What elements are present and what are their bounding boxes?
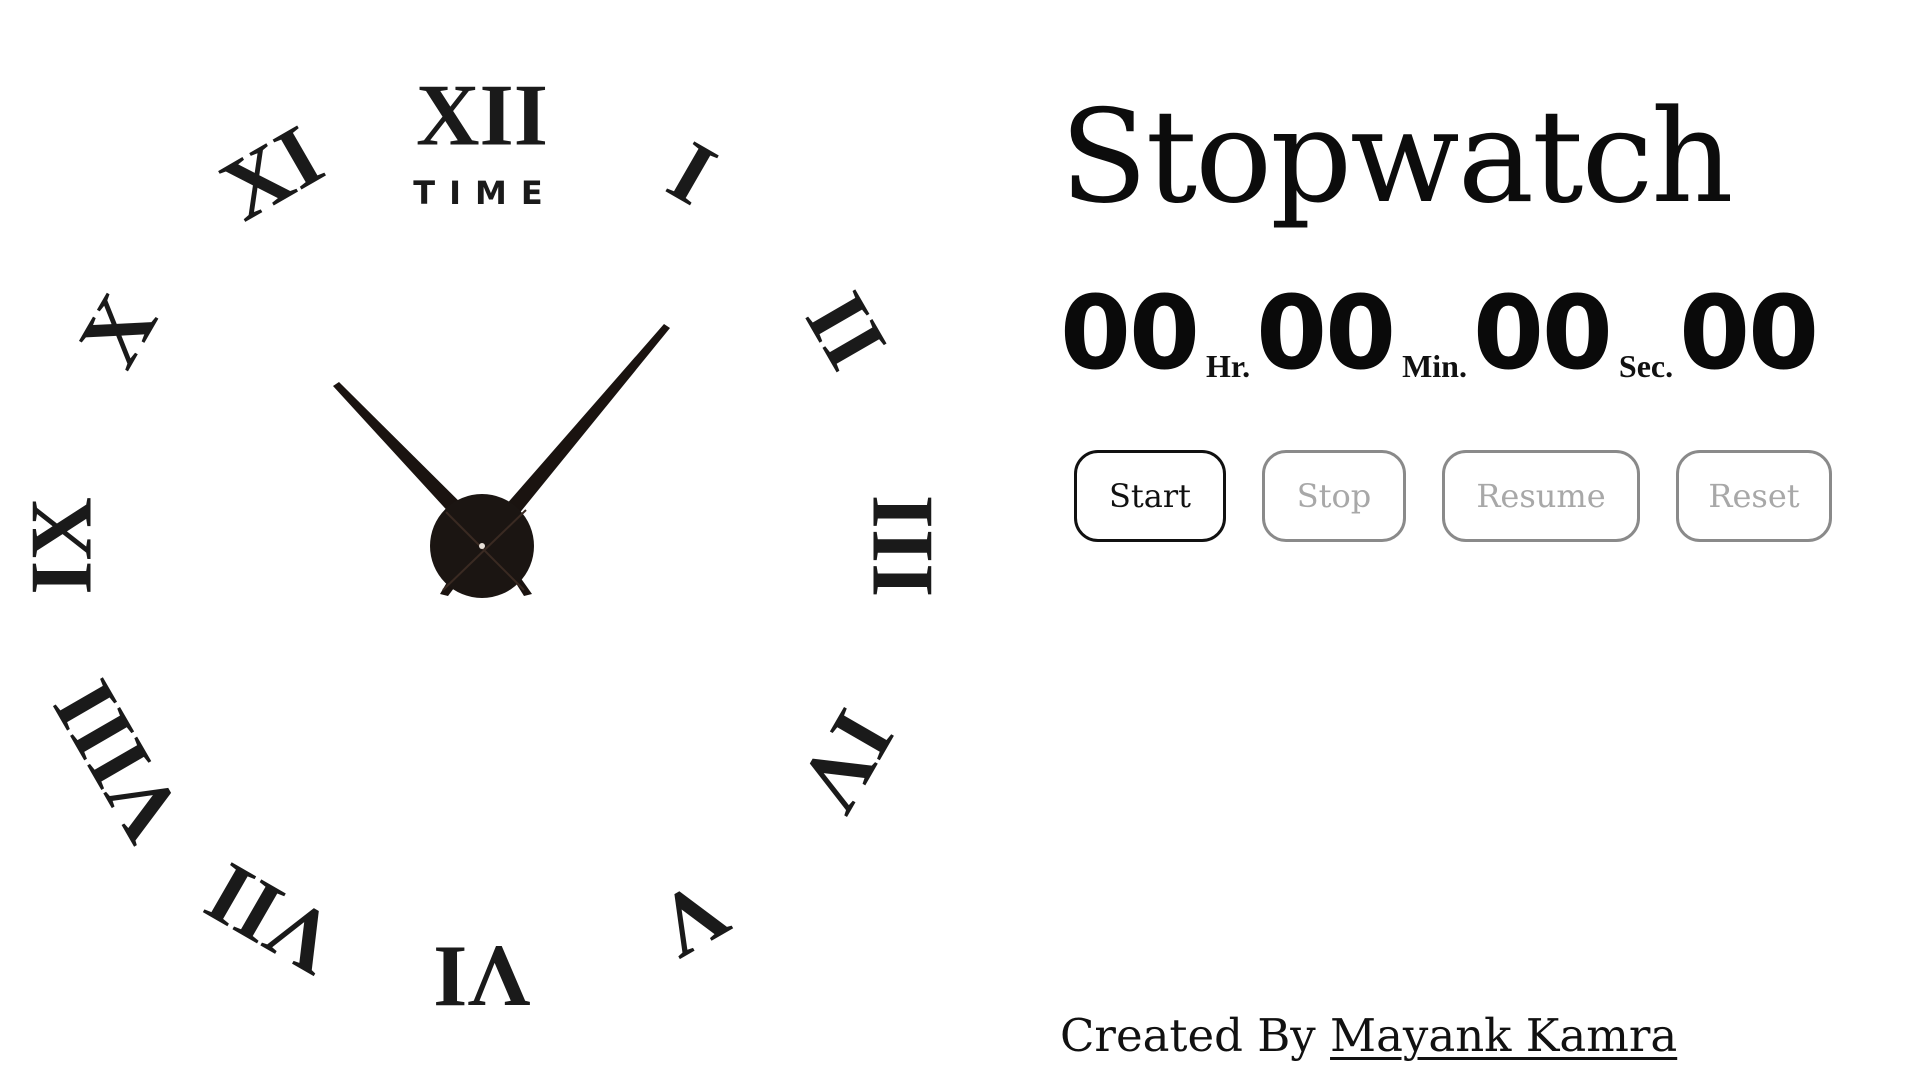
centiseconds-value: 00: [1679, 274, 1819, 393]
clock-numeral: X: [60, 279, 176, 383]
clock-hands: [333, 324, 670, 598]
page-title: Stopwatch: [1060, 83, 1734, 232]
clock-numeral: XI: [205, 107, 338, 240]
clock-numeral: VI: [433, 928, 531, 1025]
clock-numeral: IX: [14, 497, 111, 595]
clock-numeral: IV: [779, 694, 912, 827]
clock-brand-label: TIME: [413, 174, 556, 212]
clock-numeral: XII: [416, 68, 548, 165]
start-button[interactable]: Start: [1074, 450, 1226, 542]
clock-numeral: V: [640, 861, 744, 977]
stopwatch-page: TIME XII I II III IV V VI VII VIII IX X XI Stopwatc…: [0, 0, 1920, 1080]
clock-numeral: VII: [191, 843, 354, 993]
stop-button[interactable]: Stop: [1262, 450, 1406, 542]
clock-numeral: I: [653, 123, 731, 224]
timer-display: 00 Hr. 00 Min. 00 Sec. 00: [1060, 274, 1819, 393]
resume-button[interactable]: Resume: [1442, 450, 1640, 542]
reset-button[interactable]: Reset: [1676, 450, 1832, 542]
seconds-value: 00: [1472, 274, 1613, 393]
clock-numeral: VIII: [35, 665, 202, 858]
stopwatch-panel: Stopwatch 00 Hr. 00 Min. 00 Sec. 00 Star…: [1060, 0, 1880, 1080]
control-buttons: Start Stop Resume Reset: [1074, 450, 1832, 542]
wall-clock-svg: TIME XIIIIIIIIIVVVIVIIVIIIIXXXI: [14, 68, 951, 1025]
wall-clock-illustration: TIME XII I II III IV V VI VII VIII IX X XI: [0, 0, 1040, 1080]
hours-value: 00: [1060, 274, 1200, 393]
minutes-value: 00: [1256, 274, 1396, 393]
credit-prefix: Created By: [1060, 1009, 1316, 1062]
minutes-unit-label: Min.: [1402, 348, 1467, 384]
author-link[interactable]: Mayank Kamra: [1330, 1009, 1677, 1062]
clock-numeral: II: [787, 277, 905, 385]
clock-center-pin: [479, 543, 485, 549]
clock-numeral: III: [854, 495, 951, 598]
author-credit: Created By Mayank Kamra: [1060, 1008, 1677, 1064]
hours-unit-label: Hr.: [1205, 348, 1251, 384]
seconds-unit-label: Sec.: [1618, 348, 1674, 384]
